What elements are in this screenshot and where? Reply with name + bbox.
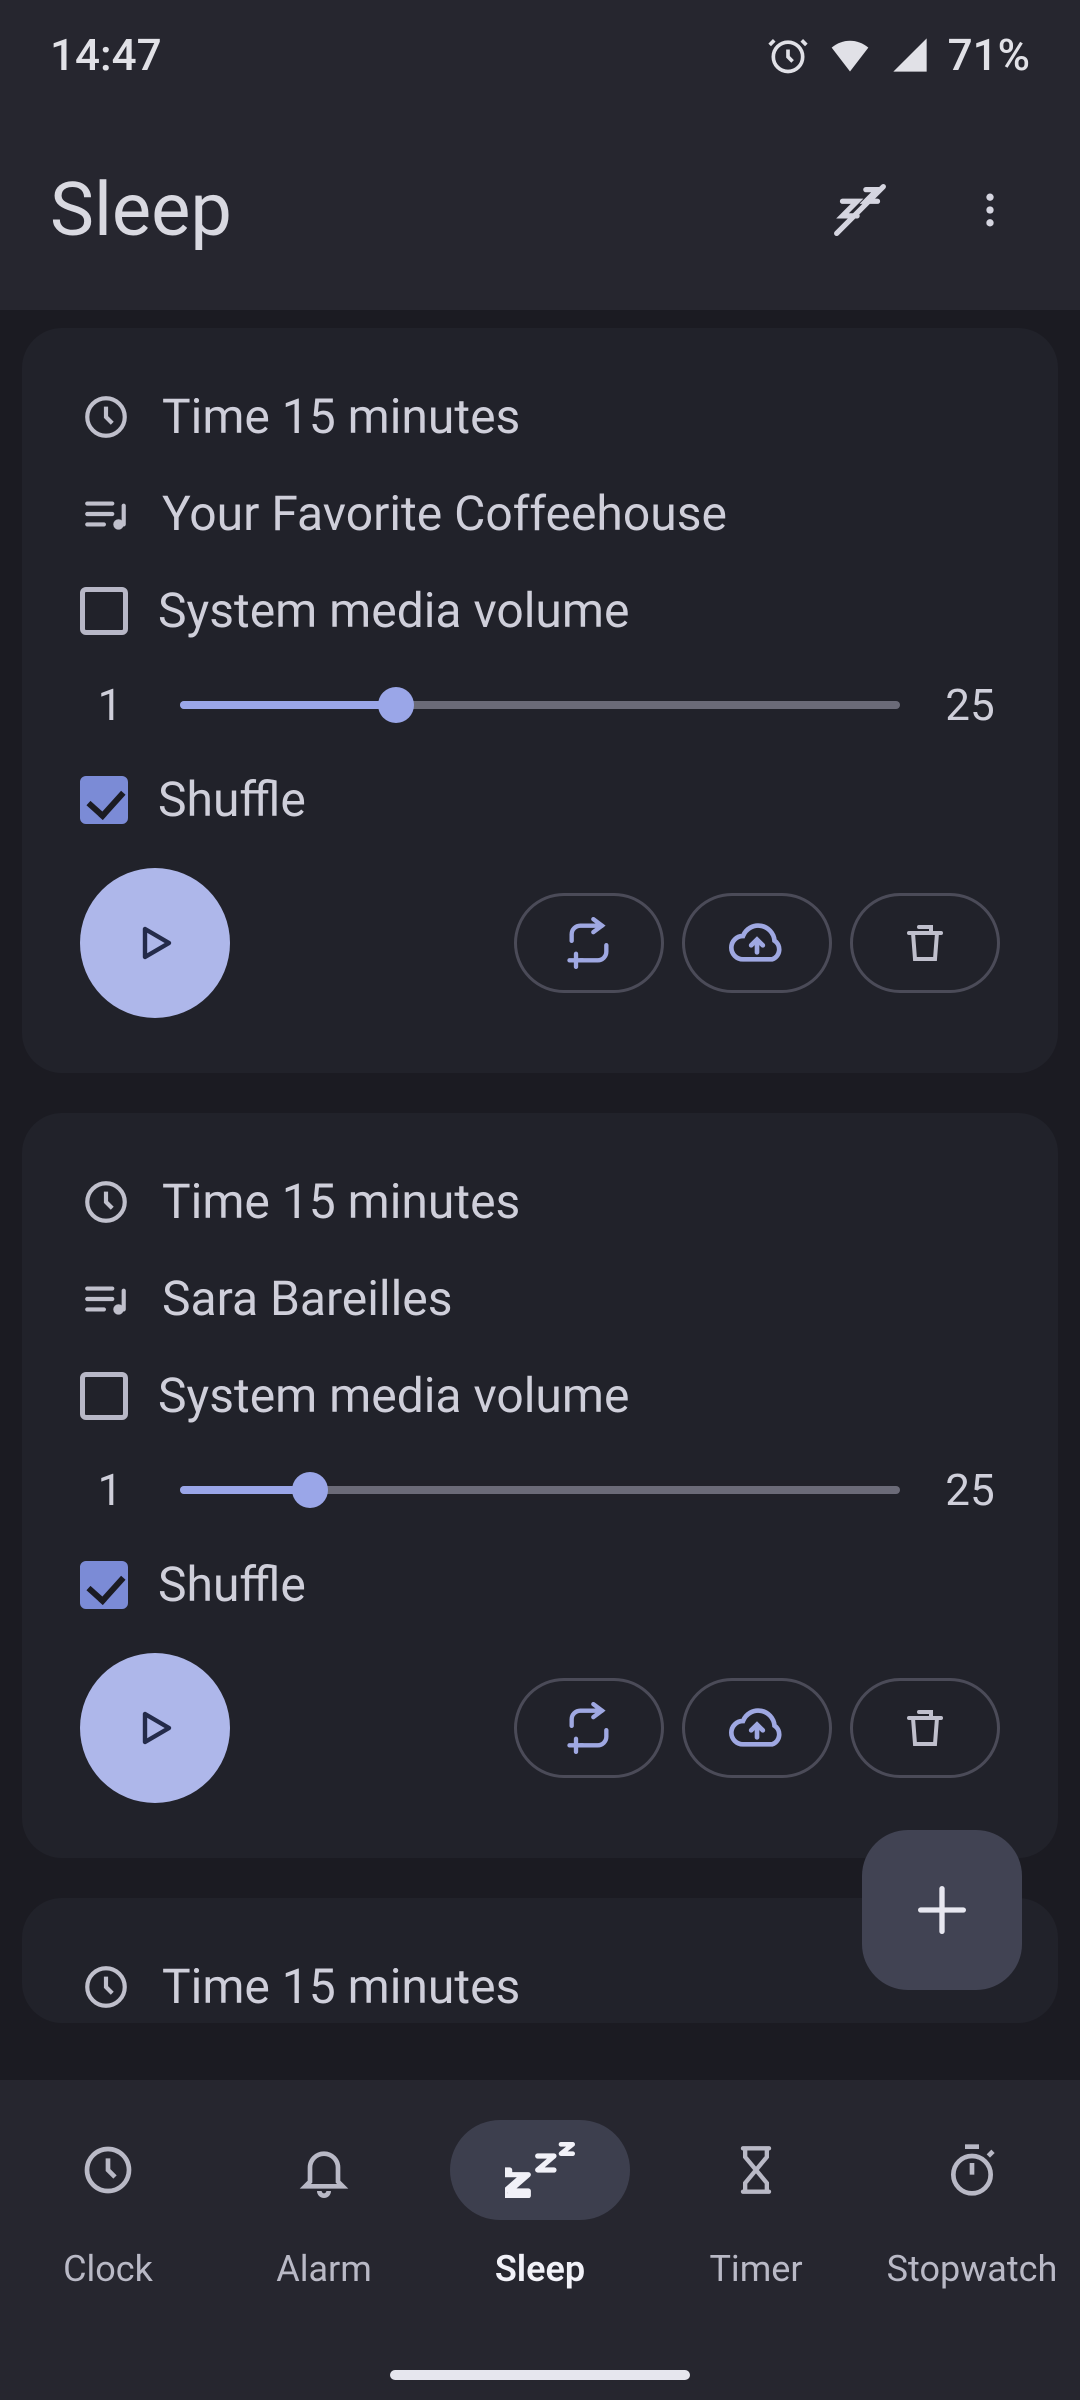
shuffle-label: Shuffle bbox=[158, 771, 306, 828]
play-button[interactable] bbox=[80, 1653, 230, 1803]
nav-label: Alarm bbox=[276, 2248, 372, 2290]
delete-button[interactable] bbox=[850, 1678, 1000, 1778]
bell-icon bbox=[296, 2142, 352, 2198]
slider-max: 25 bbox=[940, 1464, 1000, 1516]
system-volume-checkbox[interactable] bbox=[80, 587, 128, 635]
card-time-label[interactable]: Time 15 minutes bbox=[162, 1958, 520, 2015]
repeat-button[interactable] bbox=[514, 1678, 664, 1778]
card-time-label[interactable]: Time 15 minutes bbox=[162, 388, 520, 445]
card-playlist-label[interactable]: Your Favorite Coffeehouse bbox=[162, 485, 727, 542]
clock-icon bbox=[80, 1961, 132, 2013]
nav-label: Clock bbox=[63, 2248, 153, 2290]
nav-stopwatch[interactable]: Stopwatch bbox=[877, 2120, 1067, 2290]
nav-label: Sleep bbox=[495, 2248, 585, 2290]
slider-min: 1 bbox=[80, 679, 140, 731]
nav-alarm[interactable]: Alarm bbox=[229, 2120, 419, 2290]
volume-slider[interactable] bbox=[180, 1470, 900, 1510]
shuffle-checkbox[interactable] bbox=[80, 1561, 128, 1609]
nav-label: Stopwatch bbox=[887, 2248, 1058, 2290]
status-bar: 14:47 71% bbox=[0, 0, 1080, 110]
nav-timer[interactable]: Timer bbox=[661, 2120, 851, 2290]
system-volume-label: System media volume bbox=[158, 582, 629, 639]
card-time-label[interactable]: Time 15 minutes bbox=[162, 1173, 520, 1230]
nav-clock[interactable]: Clock bbox=[13, 2120, 203, 2290]
status-time: 14:47 bbox=[50, 29, 162, 81]
sleep-zzz-icon bbox=[505, 2142, 575, 2198]
alarm-set-icon bbox=[766, 33, 810, 77]
content-scroll[interactable]: Time 15 minutes Your Favorite Coffeehous… bbox=[0, 328, 1080, 2023]
status-right: 71% bbox=[766, 29, 1030, 81]
status-battery: 71% bbox=[948, 29, 1030, 81]
overflow-menu-button[interactable] bbox=[950, 170, 1030, 250]
page-title: Sleep bbox=[50, 167, 232, 254]
delete-button[interactable] bbox=[850, 893, 1000, 993]
app-bar: Sleep bbox=[0, 110, 1080, 310]
system-volume-label: System media volume bbox=[158, 1367, 629, 1424]
nav-label: Timer bbox=[709, 2248, 802, 2290]
shuffle-checkbox[interactable] bbox=[80, 776, 128, 824]
repeat-button[interactable] bbox=[514, 893, 664, 993]
shuffle-label: Shuffle bbox=[158, 1556, 306, 1613]
wifi-icon bbox=[828, 33, 872, 77]
slider-max: 25 bbox=[940, 679, 1000, 731]
bottom-nav: Clock Alarm Sleep Timer Stopwatch bbox=[0, 2080, 1080, 2400]
home-indicator[interactable] bbox=[390, 2370, 690, 2380]
clock-icon bbox=[80, 2142, 136, 2198]
playlist-icon bbox=[80, 1273, 132, 1325]
volume-slider[interactable] bbox=[180, 685, 900, 725]
card-playlist-label[interactable]: Sara Bareilles bbox=[162, 1270, 452, 1327]
sleep-sound-card: Time 15 minutes Sara Bareilles System me… bbox=[22, 1113, 1058, 1858]
add-button[interactable] bbox=[862, 1830, 1022, 1990]
sleep-sound-card: Time 15 minutes Your Favorite Coffeehous… bbox=[22, 328, 1058, 1073]
nav-sleep[interactable]: Sleep bbox=[445, 2120, 635, 2290]
cell-signal-icon bbox=[890, 35, 930, 75]
upload-button[interactable] bbox=[682, 1678, 832, 1778]
hourglass-icon bbox=[730, 2142, 782, 2198]
system-volume-checkbox[interactable] bbox=[80, 1372, 128, 1420]
slider-min: 1 bbox=[80, 1464, 140, 1516]
sleep-toggle-button[interactable] bbox=[820, 170, 900, 250]
clock-icon bbox=[80, 1176, 132, 1228]
play-button[interactable] bbox=[80, 868, 230, 1018]
upload-button[interactable] bbox=[682, 893, 832, 993]
playlist-icon bbox=[80, 488, 132, 540]
stopwatch-icon bbox=[944, 2142, 1000, 2198]
clock-icon bbox=[80, 391, 132, 443]
